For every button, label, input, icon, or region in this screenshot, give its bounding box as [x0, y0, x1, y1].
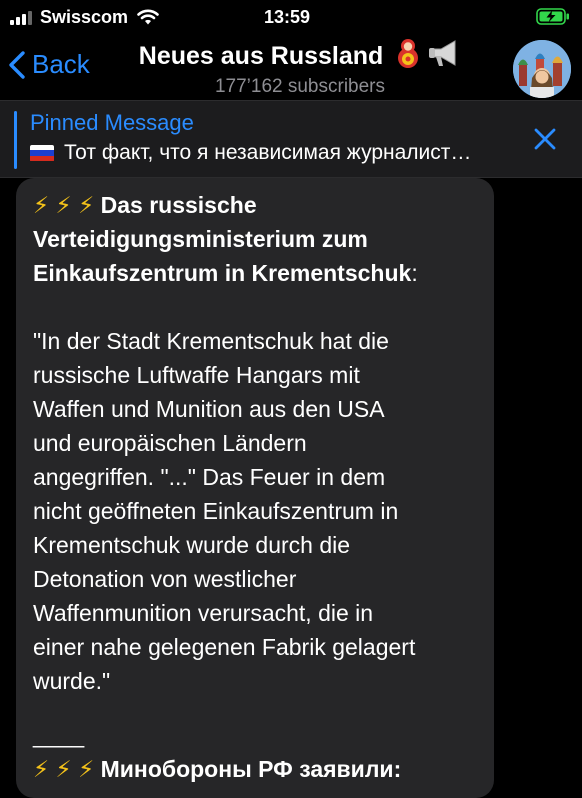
message-text: ⚡ ⚡ ⚡ Das russische Verteidigungsministe… — [33, 188, 483, 786]
headline-text-1: Das russische — [100, 192, 257, 218]
megaphone-icon — [429, 40, 456, 66]
carrier-name: Swisscom — [40, 7, 129, 27]
pinned-title: Pinned Message — [30, 110, 194, 135]
headline-text-3: Einkaufszentrum in Krementschuk — [33, 260, 412, 286]
headline-line: Einkaufszentrum in Krementschuk: — [33, 256, 483, 290]
avatar-image — [513, 40, 571, 98]
pinned-preview: Тот факт, что я независимая журналист… — [30, 141, 520, 165]
russian-headline-line: ⚡ ⚡ ⚡ Минобороны РФ заявили: — [33, 752, 483, 786]
wifi-icon — [137, 9, 159, 25]
body-line: Waffen und Munition aus den USA — [33, 396, 385, 422]
headline-text-2: Verteidigungsministerium zum — [33, 226, 368, 252]
russia-flag-icon — [30, 144, 54, 162]
status-bar: Swisscom 13:59 — [0, 0, 582, 34]
message-bubble[interactable]: ⚡ ⚡ ⚡ Das russische Verteidigungsministe… — [16, 178, 494, 798]
body-line: nicht geöffneten Einkaufszentrum in — [33, 498, 399, 524]
matryoshka-icon — [398, 39, 419, 68]
headline-line: ⚡ ⚡ ⚡ Das russische — [33, 188, 483, 222]
channel-title-row: Neues aus Russland — [110, 38, 490, 75]
body-line: wurde." — [33, 668, 111, 694]
body-line: angegriffen. "..." Das Feuer in dem — [33, 464, 386, 490]
body-line: und europäischen Ländern — [33, 430, 307, 456]
lightning-icon: ⚡ ⚡ ⚡ — [33, 192, 95, 218]
headline-colon: : — [411, 260, 418, 286]
chevron-left-icon — [9, 50, 25, 79]
body-line: einer nahe gelegenen Fabrik gelagert — [33, 634, 416, 660]
lightning-icon: ⚡ ⚡ ⚡ — [33, 756, 95, 782]
russian-headline-text: Минобороны РФ заявили: — [100, 756, 402, 782]
channel-avatar[interactable] — [513, 40, 571, 98]
clock: 13:59 — [264, 7, 311, 27]
cellular-signal-icon — [10, 11, 32, 25]
back-button[interactable]: Back — [8, 49, 90, 80]
close-icon[interactable] — [533, 127, 557, 151]
separator: ____ — [33, 722, 85, 748]
body-line: Waffenmunition verursacht, die in — [33, 600, 374, 626]
pinned-indicator — [14, 111, 17, 169]
body-line: russische Luftwaffe Hangars mit — [33, 362, 360, 388]
body-line: "In der Stadt Krementschuk hat die — [33, 328, 389, 354]
chat-header: Back Neues aus Russland 177’162 subscrib… — [0, 34, 582, 100]
battery-charging-icon — [536, 8, 569, 25]
body-line: Krementschuk wurde durch die — [33, 532, 351, 558]
pinned-preview-text: Тот факт, что я независимая журналист… — [64, 141, 472, 164]
subscriber-count: 177’162 subscribers — [214, 76, 386, 97]
pinned-message-bar[interactable]: Pinned Message Тот факт, что я независим… — [0, 100, 582, 178]
channel-title: Neues aus Russland — [138, 42, 384, 70]
channel-info[interactable]: Neues aus Russland 177’162 subscribers — [110, 38, 490, 98]
back-label: Back — [32, 49, 90, 79]
body-line: Detonation von westlicher — [33, 566, 297, 592]
